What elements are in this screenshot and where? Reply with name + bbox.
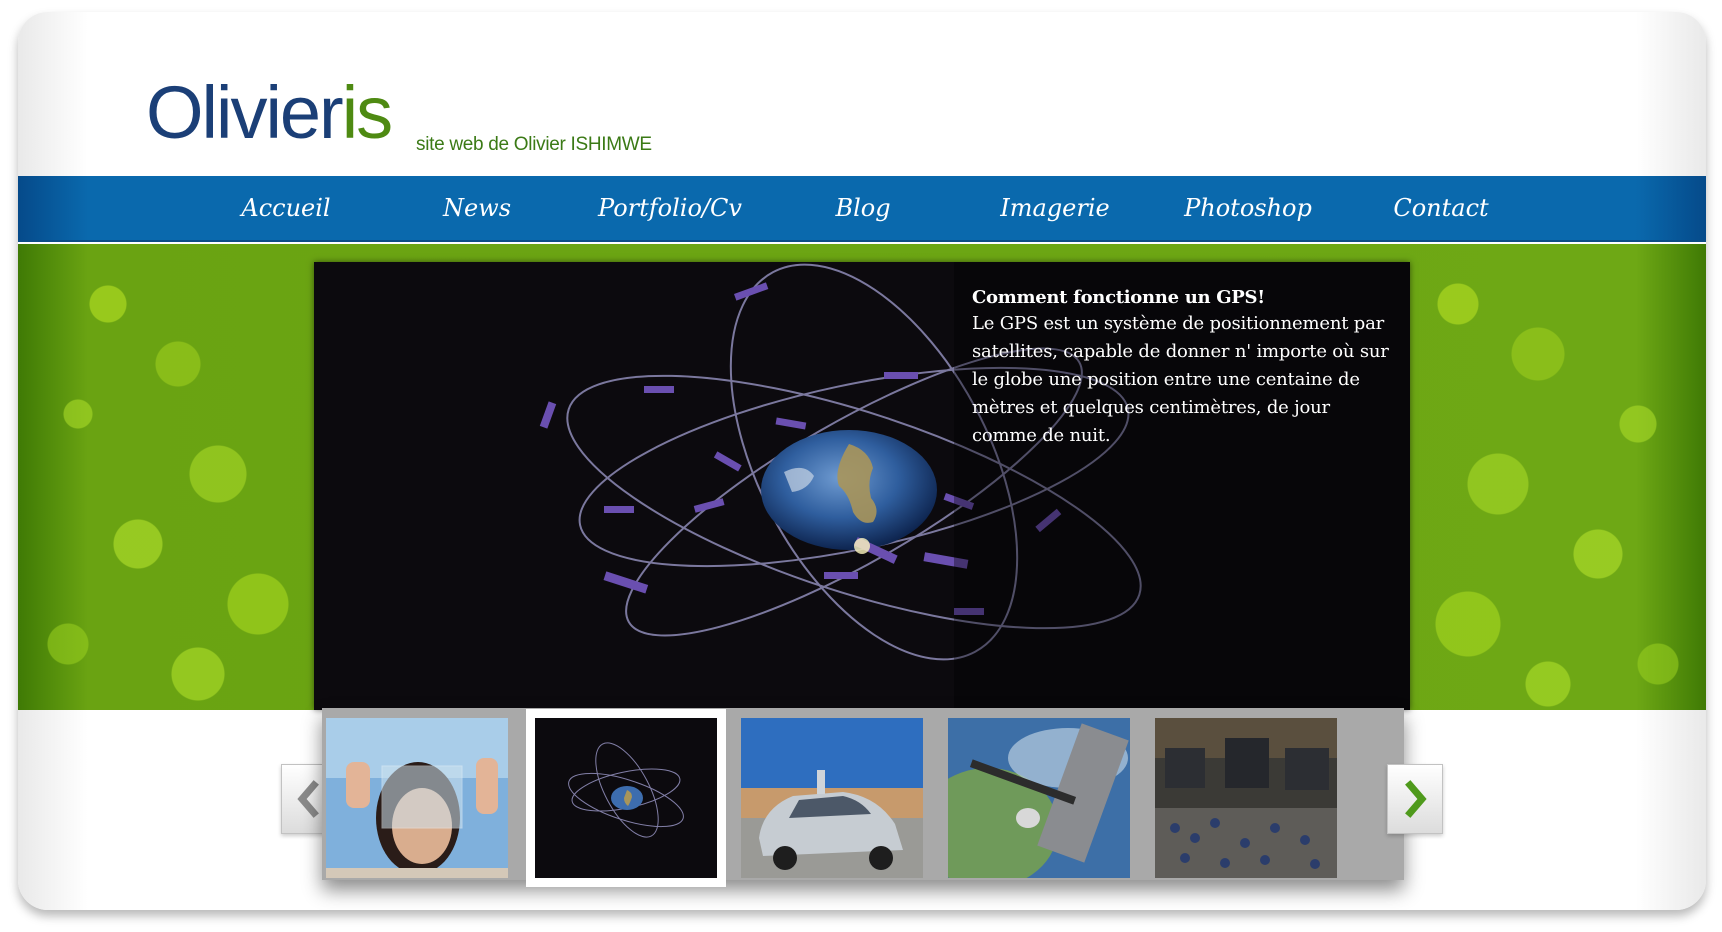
space-station-earth-photo — [948, 718, 1130, 878]
thumbnail-3[interactable] — [741, 718, 923, 878]
nav-item-portfolio[interactable]: Portfolio/Cv — [595, 176, 745, 240]
site-logo[interactable]: Olivieris — [146, 76, 393, 150]
gps-satellites-orbit-photo — [535, 718, 717, 878]
nav-item-blog[interactable]: Blog — [788, 176, 938, 240]
featured-banner: Comment fonctionne un GPS! Le GPS est un… — [18, 244, 1706, 710]
thumbnail-strip — [322, 708, 1404, 887]
slide-title: Comment fonctionne un GPS! — [972, 287, 1265, 308]
site-header: Olivieris site web de Olivier ISHIMWE — [86, 34, 1638, 188]
nav-item-contact[interactable]: Contact — [1366, 176, 1516, 240]
page-frame: Olivieris site web de Olivier ISHIMWE Ac… — [18, 12, 1706, 910]
slideshow-main[interactable]: Comment fonctionne un GPS! Le GPS est un… — [314, 262, 1410, 710]
slide-description: Le GPS est un système de positionnement … — [972, 313, 1389, 446]
nav-item-accueil[interactable]: Accueil — [211, 176, 361, 240]
logo-text-blue: Olivier — [146, 71, 344, 154]
woman-holding-transparent-screen-photo — [326, 718, 508, 878]
main-nav: Accueil News Portfolio/Cv Blog Imagerie … — [18, 176, 1706, 244]
chevron-right-icon — [1405, 780, 1427, 818]
thumbnail-4[interactable] — [948, 718, 1130, 878]
stock-exchange-floor-photo — [1155, 718, 1337, 878]
google-self-driving-car-photo — [741, 718, 923, 878]
next-slide-button[interactable] — [1387, 764, 1443, 834]
site-tagline: site web de Olivier ISHIMWE — [416, 134, 652, 155]
thumbnail-1[interactable] — [326, 718, 508, 878]
logo-text-green: is — [341, 71, 393, 154]
nav-item-imagerie[interactable]: Imagerie — [980, 176, 1130, 240]
nav-item-photoshop[interactable]: Photoshop — [1173, 176, 1323, 240]
slide-caption-panel: Comment fonctionne un GPS! Le GPS est un… — [954, 262, 1410, 710]
thumbnail-2[interactable] — [526, 709, 726, 887]
nav-item-news[interactable]: News — [402, 176, 552, 240]
thumbnail-5[interactable] — [1155, 718, 1337, 878]
